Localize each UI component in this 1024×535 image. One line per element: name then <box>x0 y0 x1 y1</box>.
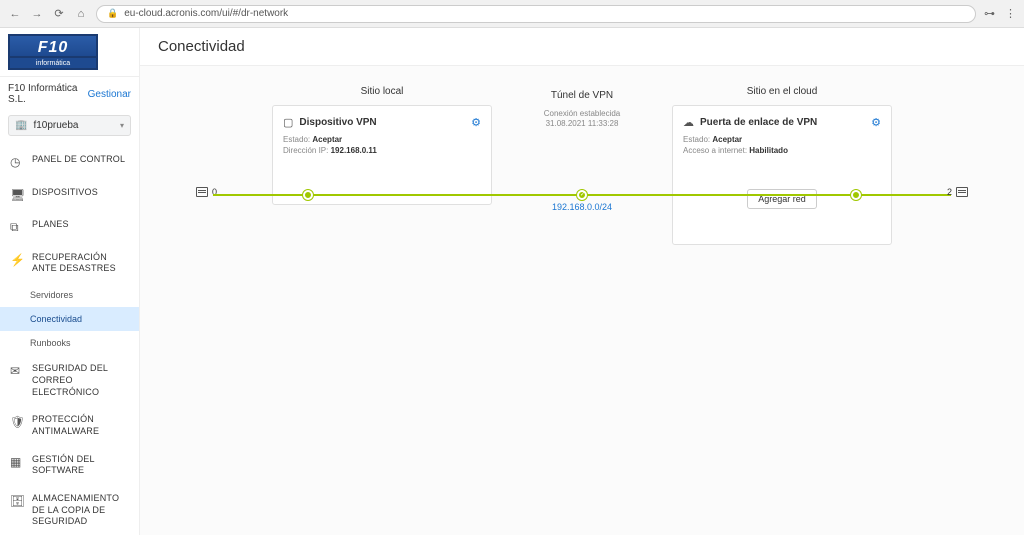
page-title: Conectividad <box>158 38 1006 55</box>
tenant-selector[interactable]: 🏢 f10prueba ▾ <box>8 115 131 136</box>
vpn-device-settings[interactable]: ⚙ <box>471 116 481 129</box>
col-tunnel: Túnel de VPN Conexión establecida 31.08.… <box>492 86 672 138</box>
browser-chrome: ← → ⟳ ⌂ 🔒 eu-cloud.acronis.com/ui/#/dr-n… <box>0 0 1024 28</box>
main: Conectividad Sitio local ▢ Dispositivo V… <box>140 28 1024 535</box>
mail-icon: ✉ <box>10 364 24 380</box>
nav-dispositivos[interactable]: 🖥 DISPOSITIVOS <box>0 179 139 212</box>
nav-gestion-software[interactable]: ▦ GESTIÓN DEL SOFTWARE <box>0 446 139 485</box>
storage-icon: 🗄 <box>10 494 24 510</box>
vpn-gateway-state: Estado: Aceptar <box>683 135 881 144</box>
main-nav: ◷ PANEL DE CONTROL 🖥 DISPOSITIVOS ⧉ PLAN… <box>0 146 139 535</box>
browser-url: eu-cloud.acronis.com/ui/#/dr-network <box>124 8 288 19</box>
browser-reload[interactable]: ⟳ <box>52 7 66 21</box>
vpn-gateway-settings[interactable]: ⚙ <box>871 116 881 129</box>
server-icon <box>196 187 208 197</box>
nav-planes[interactable]: ⧉ PLANES <box>0 211 139 244</box>
cloud-server-count[interactable]: 2 <box>947 187 968 197</box>
col-cloud: Sitio en el cloud ☁ Puerta de enlace de … <box>672 86 892 245</box>
nav-panel-control[interactable]: ◷ PANEL DE CONTROL <box>0 146 139 179</box>
monitor-icon: 🖥 <box>10 188 24 204</box>
col-tunnel-title: Túnel de VPN <box>551 90 613 101</box>
vpn-device-card[interactable]: ▢ Dispositivo VPN ⚙ Estado: Aceptar Dire… <box>272 105 492 205</box>
col-cloud-title: Sitio en el cloud <box>747 86 818 97</box>
local-server-count[interactable]: 0 <box>196 187 217 197</box>
key-icon[interactable]: ⊶ <box>984 7 995 20</box>
browser-home[interactable]: ⌂ <box>74 7 88 21</box>
vpn-device-ip: Dirección IP: 192.168.0.11 <box>283 146 481 155</box>
lock-icon: 🔒 <box>107 8 118 19</box>
device-icon: ▢ <box>283 116 293 129</box>
shield-icon: 🛡 <box>10 415 24 431</box>
browser-right-icons: ⊶ ⋮ <box>984 7 1016 20</box>
browser-menu-icon[interactable]: ⋮ <box>1005 7 1016 20</box>
nav-recuperacion[interactable]: ⚡ RECUPERACIÓN ANTE DESASTRES <box>0 244 139 283</box>
package-icon: ▦ <box>10 455 24 471</box>
content: Sitio local ▢ Dispositivo VPN ⚙ Estado: … <box>140 66 1024 535</box>
browser-back[interactable]: ← <box>8 7 22 21</box>
chevron-down-icon: ▾ <box>120 121 124 130</box>
copy-icon: ⧉ <box>10 220 24 236</box>
logo-text-top: F10 <box>8 34 98 58</box>
org-row: F10 Informática S.L. Gestionar <box>0 77 139 111</box>
nav-almacenamiento[interactable]: 🗄 ALMACENAMIENTO DE LA COPIA DE SEGURIDA… <box>0 485 139 535</box>
network-view: Sitio local ▢ Dispositivo VPN ⚙ Estado: … <box>158 86 1006 245</box>
conn-node-mid <box>577 190 587 200</box>
page-header: Conectividad <box>140 28 1024 66</box>
nav-sub-servidores[interactable]: Servidores <box>0 283 139 307</box>
cloud-icon: ☁ <box>683 116 694 129</box>
vpn-gateway-inet: Acceso a internet: Habilitado <box>683 146 881 155</box>
add-network-button[interactable]: Agregar red <box>747 189 817 209</box>
disaster-icon: ⚡ <box>10 253 24 269</box>
brand-logo: F10 informática <box>0 28 139 77</box>
logo-text-bottom: informática <box>8 58 98 70</box>
col-local: Sitio local ▢ Dispositivo VPN ⚙ Estado: … <box>272 86 492 205</box>
add-network-wrap: Agregar red <box>683 189 881 209</box>
building-icon: 🏢 <box>15 120 27 131</box>
nav-proteccion[interactable]: 🛡 PROTECCIÓN ANTIMALWARE <box>0 406 139 445</box>
tenant-name: f10prueba <box>33 120 114 131</box>
vpn-gateway-card[interactable]: ☁ Puerta de enlace de VPN ⚙ Estado: Acep… <box>672 105 892 245</box>
org-name: F10 Informática S.L. <box>8 83 88 105</box>
nav-sub-conectividad[interactable]: Conectividad <box>0 307 139 331</box>
nav-sub-runbooks[interactable]: Runbooks <box>0 331 139 355</box>
browser-forward[interactable]: → <box>30 7 44 21</box>
browser-url-bar[interactable]: 🔒 eu-cloud.acronis.com/ui/#/dr-network <box>96 5 976 23</box>
vpn-gateway-title: Puerta de enlace de VPN <box>700 117 865 128</box>
nav-seguridad-correo[interactable]: ✉ SEGURIDAD DEL CORREO ELECTRÓNICO <box>0 355 139 406</box>
vpn-device-state: Estado: Aceptar <box>283 135 481 144</box>
vpn-device-title: Dispositivo VPN <box>299 117 465 128</box>
subnet-label[interactable]: 192.168.0.0/24 <box>552 202 612 212</box>
sidebar: F10 informática F10 Informática S.L. Ges… <box>0 28 140 535</box>
nav-recuperacion-sub: Servidores Conectividad Runbooks <box>0 283 139 355</box>
col-local-title: Sitio local <box>361 86 404 97</box>
col-tunnel-sub: Conexión establecida 31.08.2021 11:33:28 <box>544 109 621 130</box>
gauge-icon: ◷ <box>10 155 24 171</box>
server-icon <box>956 187 968 197</box>
manage-link[interactable]: Gestionar <box>88 89 131 100</box>
